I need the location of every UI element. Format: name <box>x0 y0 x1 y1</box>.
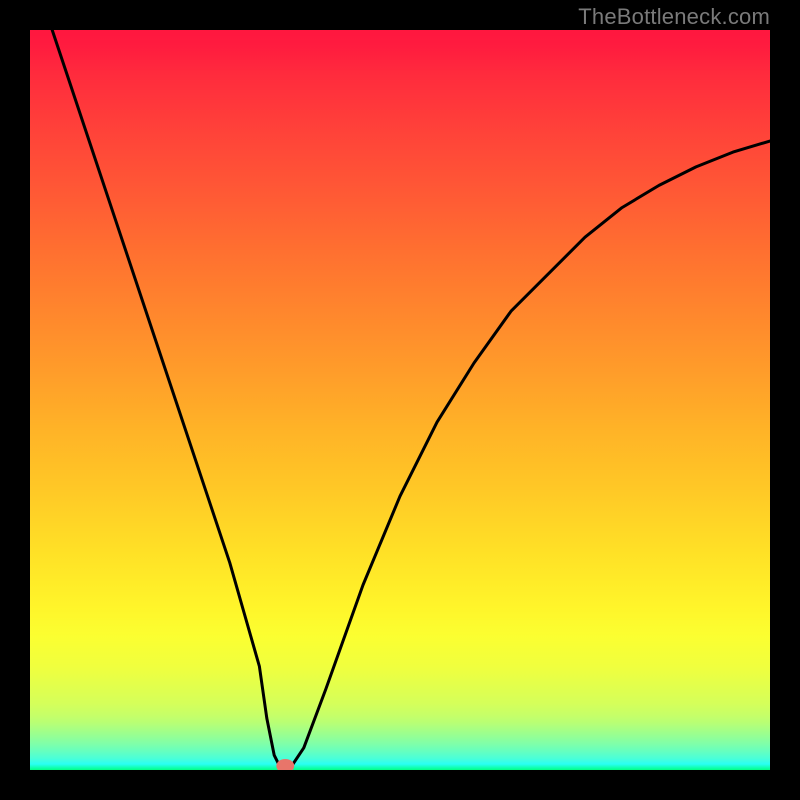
optimal-point-marker <box>276 759 294 770</box>
bottleneck-curve-line <box>52 30 770 770</box>
curve-group <box>52 30 770 770</box>
chart-svg <box>30 30 770 770</box>
chart-frame: TheBottleneck.com <box>0 0 800 800</box>
watermark-text: TheBottleneck.com <box>578 4 770 30</box>
plot-area <box>30 30 770 770</box>
